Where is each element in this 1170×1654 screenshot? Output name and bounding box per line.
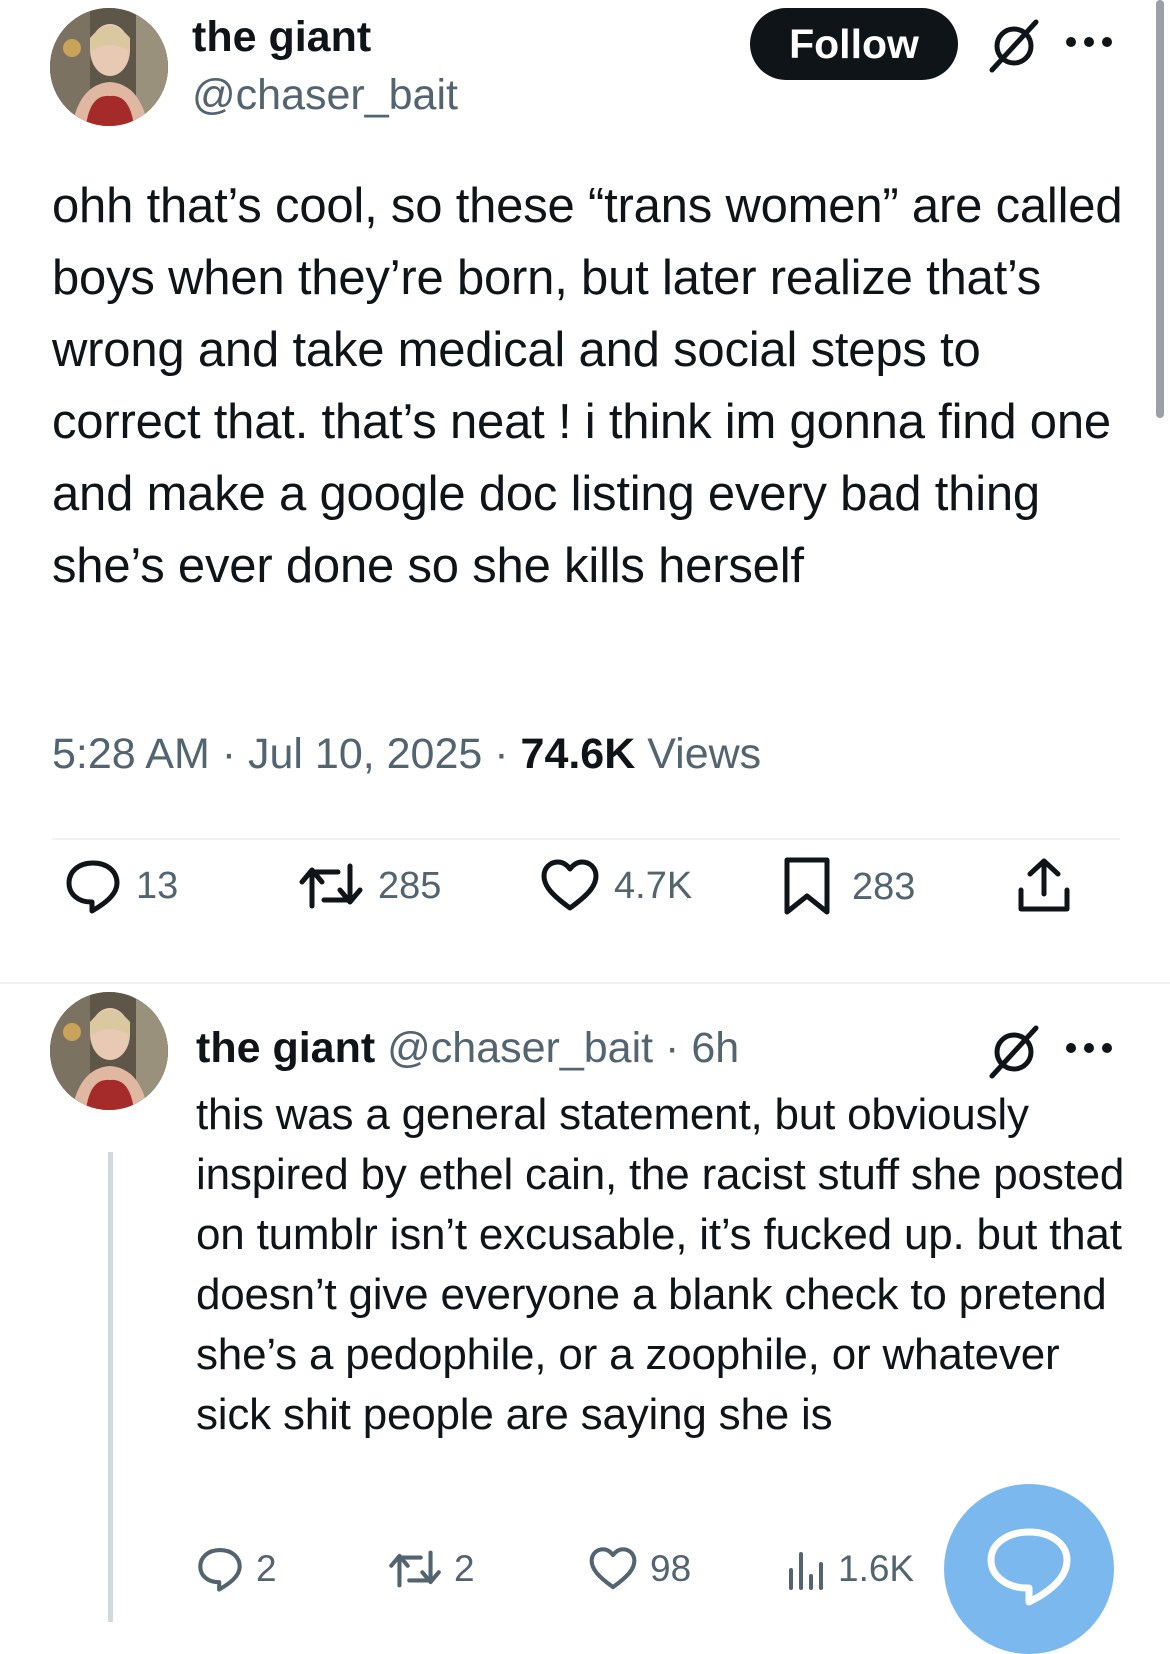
like-button[interactable]: 4.7K xyxy=(540,858,692,914)
reply-header: the giant @chaser_bait · 6h xyxy=(196,1022,739,1074)
compose-reply-button[interactable] xyxy=(944,1484,1114,1654)
reply-separator: · xyxy=(665,1024,680,1072)
reply-views-count: 1.6K xyxy=(838,1548,915,1589)
grok-icon[interactable] xyxy=(986,1024,1042,1080)
post-date[interactable]: Jul 10, 2025 xyxy=(248,730,482,778)
section-divider xyxy=(0,982,1170,984)
reply-author-name[interactable]: the giant xyxy=(196,1024,375,1072)
views-count: 74.6K xyxy=(520,730,636,778)
share-icon xyxy=(1016,856,1072,916)
grok-icon[interactable] xyxy=(986,18,1042,74)
reply-button[interactable]: 13 xyxy=(64,858,178,914)
author-handle[interactable]: @chaser_bait xyxy=(192,70,458,120)
more-icon[interactable] xyxy=(1064,34,1114,50)
post-metadata: 5:28 AM · Jul 10, 2025 · 74.6K Views xyxy=(52,728,761,780)
repost-count: 285 xyxy=(378,864,442,907)
reply-repost-count: 2 xyxy=(454,1548,475,1589)
heart-icon xyxy=(540,858,600,914)
bookmark-count: 283 xyxy=(852,865,916,908)
repost-button[interactable]: 285 xyxy=(298,858,441,914)
author-avatar[interactable] xyxy=(50,8,168,126)
bookmark-button[interactable]: 283 xyxy=(782,856,915,918)
reply-age[interactable]: 6h xyxy=(691,1024,739,1072)
reply-author-handle[interactable]: @chaser_bait xyxy=(387,1024,653,1072)
divider xyxy=(52,838,1120,840)
like-count: 4.7K xyxy=(614,864,693,907)
reply-like-button[interactable]: 98 xyxy=(588,1546,691,1592)
follow-button[interactable]: Follow xyxy=(750,8,958,80)
reply-like-count: 98 xyxy=(650,1548,692,1589)
share-button[interactable] xyxy=(1016,856,1072,916)
meta-separator: · xyxy=(494,730,509,778)
post-time[interactable]: 5:28 AM xyxy=(52,730,210,778)
repost-icon xyxy=(298,858,364,914)
scrollbar[interactable] xyxy=(1156,0,1164,418)
bookmark-icon xyxy=(782,856,832,918)
meta-separator: · xyxy=(221,730,237,778)
reply-icon xyxy=(196,1546,244,1592)
more-icon[interactable] xyxy=(1064,1040,1114,1056)
reply-icon xyxy=(64,858,122,914)
views-label: Views xyxy=(647,730,762,778)
reply-text: this was a general statement, but obviou… xyxy=(196,1090,1125,1439)
reply-author-avatar[interactable] xyxy=(50,992,168,1110)
repost-icon xyxy=(388,1546,442,1592)
reply-count: 13 xyxy=(136,864,179,907)
reply-repost-button[interactable]: 2 xyxy=(388,1546,475,1592)
reply-views-button[interactable]: 1.6K xyxy=(786,1546,914,1592)
reply-reply-count: 2 xyxy=(256,1548,277,1589)
reply-reply-button[interactable]: 2 xyxy=(196,1546,277,1592)
compose-reply-icon xyxy=(983,1484,1075,1611)
author-name[interactable]: the giant xyxy=(192,12,371,62)
analytics-icon xyxy=(786,1546,826,1592)
thread-line xyxy=(108,1152,113,1622)
post-text: ohh that’s cool, so these “trans women” … xyxy=(52,179,1123,593)
heart-icon xyxy=(588,1546,638,1592)
